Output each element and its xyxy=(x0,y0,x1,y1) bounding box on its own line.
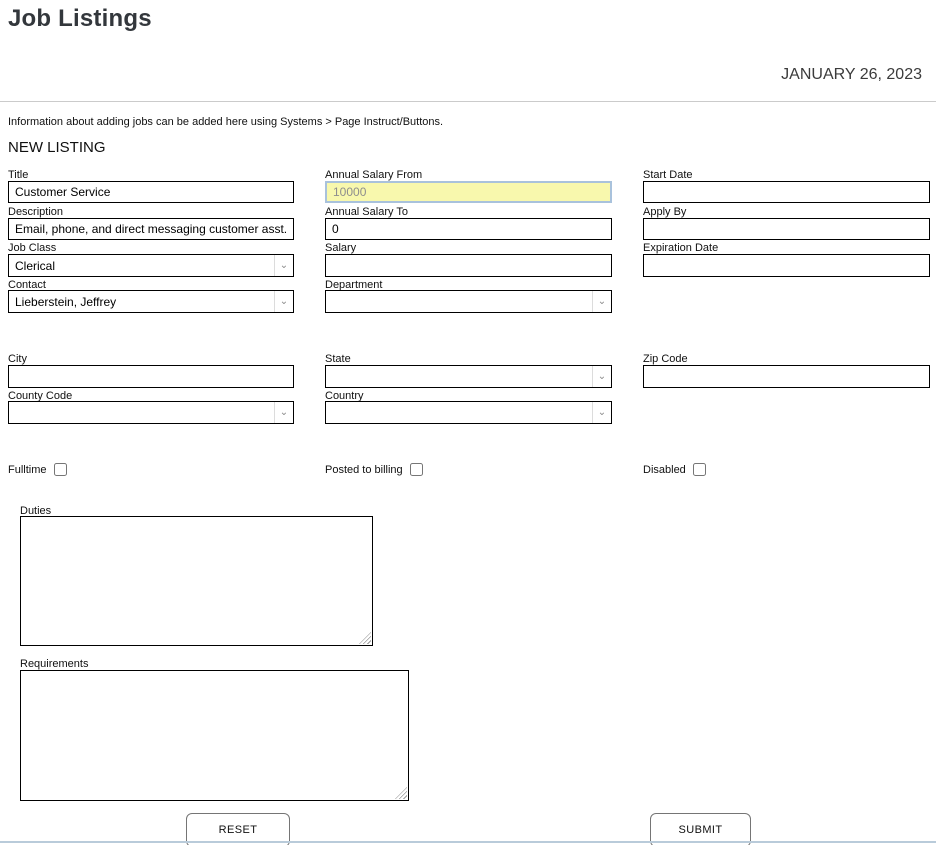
zip-code-input[interactable] xyxy=(643,365,930,388)
expiration-date-label: Expiration Date xyxy=(643,242,930,254)
header-divider xyxy=(0,101,936,102)
salary-label: Salary xyxy=(325,242,612,254)
duties-textarea[interactable] xyxy=(20,516,373,646)
contact-select[interactable]: Lieberstein, Jeffrey ⌄ xyxy=(8,290,294,313)
annual-salary-from-input[interactable] xyxy=(325,181,612,203)
country-select[interactable]: ⌄ xyxy=(325,401,612,424)
page-instructions: Information about adding jobs can be add… xyxy=(8,116,443,128)
posted-to-billing-label: Posted to billing xyxy=(325,464,403,476)
title-input[interactable] xyxy=(8,181,294,203)
department-select[interactable]: ⌄ xyxy=(325,290,612,313)
job-listings-page: Job Listings JANUARY 26, 2023 Informatio… xyxy=(0,0,936,845)
annual-salary-from-label: Annual Salary From xyxy=(325,169,612,181)
posted-to-billing-checkbox[interactable] xyxy=(410,463,423,476)
start-date-input[interactable] xyxy=(643,181,930,203)
chevron-down-icon: ⌄ xyxy=(274,291,293,312)
title-label: Title xyxy=(8,169,294,181)
annual-salary-to-label: Annual Salary To xyxy=(325,206,612,218)
requirements-textarea-wrap xyxy=(20,670,409,801)
requirements-label: Requirements xyxy=(20,658,88,670)
posted-to-billing-checkbox-row: Posted to billing xyxy=(325,463,423,476)
fulltime-label: Fulltime xyxy=(8,464,47,476)
contact-selected-value: Lieberstein, Jeffrey xyxy=(9,295,274,309)
apply-by-input[interactable] xyxy=(643,218,930,240)
apply-by-label: Apply By xyxy=(643,206,930,218)
fulltime-checkbox-row: Fulltime xyxy=(8,463,67,476)
expiration-date-input[interactable] xyxy=(643,254,930,277)
job-class-selected-value: Clerical xyxy=(9,259,274,273)
description-label: Description xyxy=(8,206,294,218)
job-class-select[interactable]: Clerical ⌄ xyxy=(8,254,294,277)
chevron-down-icon: ⌄ xyxy=(274,255,293,276)
chevron-down-icon: ⌄ xyxy=(592,402,611,423)
job-class-label: Job Class xyxy=(8,242,294,254)
description-input[interactable] xyxy=(8,218,294,240)
state-label: State xyxy=(325,353,612,365)
disabled-checkbox-row: Disabled xyxy=(643,463,706,476)
chevron-down-icon: ⌄ xyxy=(592,291,611,312)
fulltime-checkbox[interactable] xyxy=(54,463,67,476)
salary-input[interactable] xyxy=(325,254,612,277)
city-input[interactable] xyxy=(8,365,294,388)
disabled-label: Disabled xyxy=(643,464,686,476)
state-select[interactable]: ⌄ xyxy=(325,365,612,388)
new-listing-heading: NEW LISTING xyxy=(8,139,106,156)
zip-code-label: Zip Code xyxy=(643,353,930,365)
duties-textarea-wrap xyxy=(20,516,373,646)
page-title: Job Listings xyxy=(8,5,152,33)
chevron-down-icon: ⌄ xyxy=(274,402,293,423)
county-code-select[interactable]: ⌄ xyxy=(8,401,294,424)
bottom-divider xyxy=(0,841,936,843)
annual-salary-to-input[interactable] xyxy=(325,218,612,240)
requirements-textarea[interactable] xyxy=(20,670,409,801)
chevron-down-icon: ⌄ xyxy=(592,366,611,387)
start-date-label: Start Date xyxy=(643,169,930,181)
city-label: City xyxy=(8,353,294,365)
disabled-checkbox[interactable] xyxy=(693,463,706,476)
page-date: JANUARY 26, 2023 xyxy=(781,66,922,84)
